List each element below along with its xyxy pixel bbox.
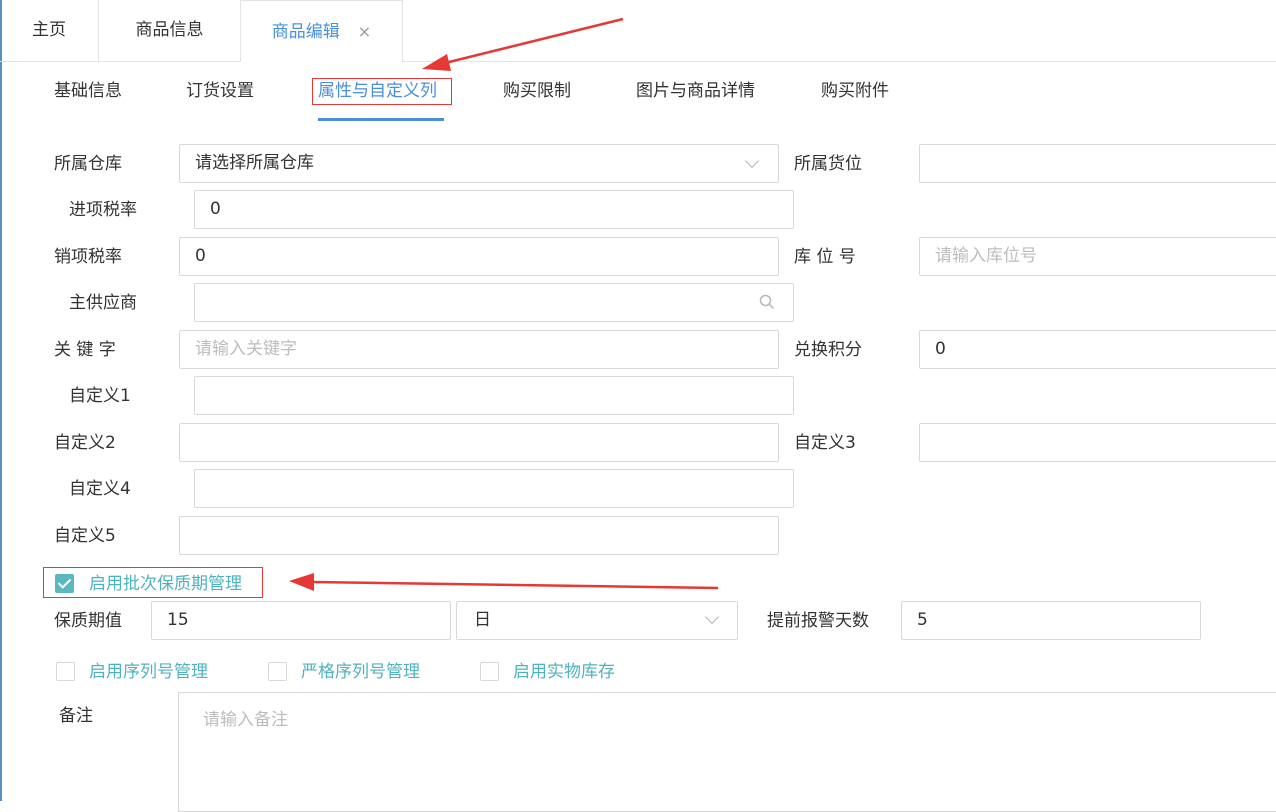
keyword-field[interactable]: 请输入关键字: [179, 330, 779, 369]
alert-days-label: 提前报警天数: [767, 611, 869, 631]
warehouse-select-value: 请选择所属仓库: [195, 153, 314, 173]
subtab-purchase-limit[interactable]: 购买限制: [503, 78, 571, 104]
tab-product-edit[interactable]: 商品编辑 ×: [241, 0, 403, 62]
top-tab-bar: 主页 商品信息 商品编辑 ×: [0, 0, 1276, 62]
points-field[interactable]: 0: [919, 330, 1276, 369]
close-icon[interactable]: ×: [358, 22, 371, 41]
strict-serial-checkbox[interactable]: [268, 662, 287, 681]
location-field[interactable]: [919, 144, 1276, 183]
location-label: 所属货位: [794, 154, 862, 174]
batch-shelf-life-checkbox[interactable]: [55, 574, 74, 593]
supplier-label: 主供应商: [69, 293, 137, 313]
output-tax-label: 销项税率: [54, 247, 122, 267]
warehouse-label: 所属仓库: [54, 154, 122, 174]
tab-home[interactable]: 主页: [0, 0, 99, 61]
remark-placeholder: 请输入备注: [203, 710, 288, 730]
input-tax-value: 0: [210, 199, 221, 219]
points-value: 0: [935, 339, 946, 359]
annotation-arrow-checkbox: [289, 573, 719, 591]
input-tax-label: 进项税率: [69, 200, 137, 220]
custom2-label: 自定义2: [54, 433, 116, 453]
keyword-placeholder: 请输入关键字: [195, 339, 297, 359]
tab-label: 商品编辑: [271, 22, 340, 42]
subtab-basic-info[interactable]: 基础信息: [54, 78, 122, 104]
output-tax-value: 0: [195, 246, 206, 266]
custom5-label: 自定义5: [54, 526, 116, 546]
serial-mgmt-label[interactable]: 启用序列号管理: [89, 660, 208, 684]
input-tax-field[interactable]: 0: [194, 190, 794, 229]
batch-shelf-life-label[interactable]: 启用批次保质期管理: [89, 572, 242, 596]
alert-days-value: 5: [917, 610, 928, 630]
shelf-life-value: 15: [167, 610, 189, 630]
serial-mgmt-checkbox[interactable]: [56, 662, 75, 681]
shelf-life-unit-select[interactable]: 日: [456, 601, 738, 640]
annotation-box-tab: [312, 78, 452, 105]
points-label: 兑换积分: [794, 340, 862, 360]
active-tab-underline: [318, 118, 444, 121]
search-icon[interactable]: [759, 294, 775, 310]
output-tax-field[interactable]: 0: [179, 237, 779, 276]
subtab-order-settings[interactable]: 订货设置: [186, 78, 254, 104]
custom3-label: 自定义3: [794, 433, 856, 453]
bin-no-placeholder: 请输入库位号: [935, 246, 1037, 266]
custom1-field[interactable]: [194, 376, 794, 415]
custom2-field[interactable]: [179, 423, 779, 462]
custom1-label: 自定义1: [69, 386, 131, 406]
left-edge-line: [0, 0, 2, 801]
bin-no-field[interactable]: 请输入库位号: [919, 237, 1276, 276]
warehouse-select[interactable]: 请选择所属仓库: [179, 144, 779, 183]
custom4-label: 自定义4: [69, 479, 131, 499]
subtab-images-details[interactable]: 图片与商品详情: [636, 78, 755, 104]
shelf-life-unit-value: 日: [474, 610, 491, 630]
custom4-field[interactable]: [194, 469, 794, 508]
bin-no-label: 库 位 号: [794, 247, 856, 267]
remark-label: 备注: [59, 706, 93, 726]
remark-textarea[interactable]: 请输入备注: [178, 692, 1276, 812]
tab-label: 商品信息: [135, 20, 204, 40]
shelf-life-field[interactable]: 15: [151, 601, 451, 640]
custom3-field[interactable]: [919, 423, 1276, 462]
keyword-label: 关 键 字: [54, 340, 116, 360]
physical-stock-checkbox[interactable]: [480, 662, 499, 681]
alert-days-field[interactable]: 5: [901, 601, 1201, 640]
subtab-attachments[interactable]: 购买附件: [821, 78, 889, 104]
tab-label: 主页: [32, 20, 66, 40]
strict-serial-label[interactable]: 严格序列号管理: [301, 660, 420, 684]
physical-stock-label[interactable]: 启用实物库存: [513, 660, 615, 684]
shelf-life-label: 保质期值: [54, 611, 122, 631]
supplier-field[interactable]: [194, 283, 794, 322]
custom5-field[interactable]: [179, 516, 779, 555]
tab-product-info[interactable]: 商品信息: [99, 0, 241, 61]
